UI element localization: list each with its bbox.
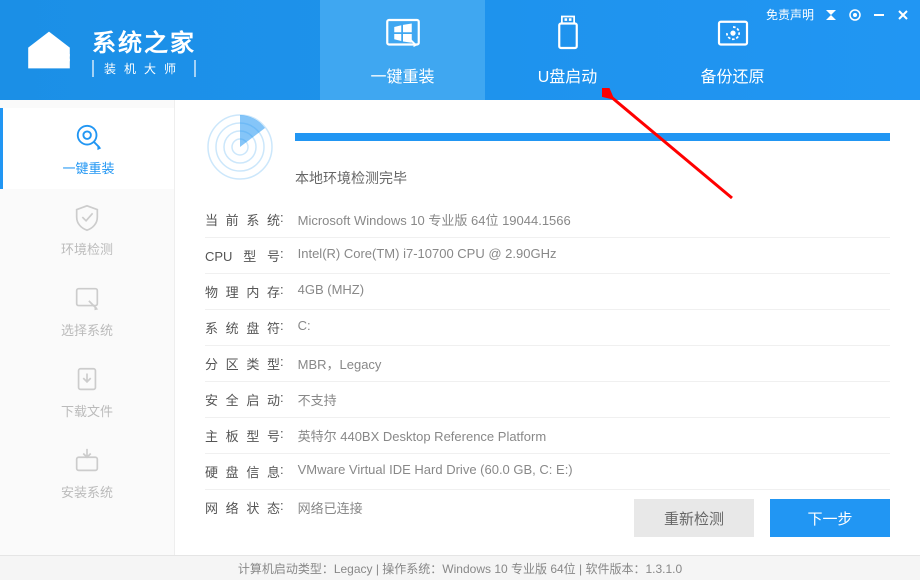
info-row: 硬盘信息:VMware Virtual IDE Hard Drive (60.0… bbox=[205, 454, 890, 490]
install-icon bbox=[72, 446, 102, 476]
sidebar-item-install[interactable]: 安装系统 bbox=[0, 432, 174, 513]
logo-subtitle: 装机大师 bbox=[92, 60, 196, 77]
info-row: 系统盘符:C: bbox=[205, 310, 890, 346]
footer-statusbar: 计算机启动类型：Legacy | 操作系统：Windows 10 专业版 64位… bbox=[0, 555, 920, 580]
progress-status-text: 本地环境检测完毕 bbox=[295, 168, 890, 188]
info-row: CPU型号:Intel(R) Core(TM) i7-10700 CPU @ 2… bbox=[205, 238, 890, 274]
windows-reinstall-icon bbox=[382, 13, 424, 55]
tab-label: U盘启动 bbox=[538, 63, 598, 87]
sidebar-item-download[interactable]: 下载文件 bbox=[0, 351, 174, 432]
top-tabs: 一键重装 U盘启动 备份还原 bbox=[320, 0, 815, 100]
sidebar-item-label: 一键重装 bbox=[62, 158, 114, 177]
settings-icon[interactable] bbox=[848, 8, 862, 22]
disclaimer-link[interactable]: 免责声明 bbox=[766, 6, 814, 23]
main-panel: 本地环境检测完毕 当前系统:Microsoft Windows 10 专业版 6… bbox=[175, 100, 920, 555]
sidebar-item-label: 环境检测 bbox=[61, 239, 113, 258]
backup-icon bbox=[712, 13, 754, 55]
minimize-button[interactable] bbox=[872, 8, 886, 22]
retry-button[interactable]: 重新检测 bbox=[634, 499, 754, 537]
header: 系统之家 装机大师 一键重装 U盘启动 bbox=[0, 0, 920, 100]
shield-check-icon bbox=[72, 203, 102, 233]
tab-label: 备份还原 bbox=[700, 63, 764, 87]
info-row: 物理内存:4GB (MHZ) bbox=[205, 274, 890, 310]
sidebar: 一键重装 环境检测 选择系统 下载文件 安装系统 bbox=[0, 100, 175, 555]
sidebar-item-envcheck[interactable]: 环境检测 bbox=[0, 189, 174, 270]
sidebar-item-label: 下载文件 bbox=[61, 401, 113, 420]
tab-usb-boot[interactable]: U盘启动 bbox=[485, 0, 650, 100]
close-button[interactable] bbox=[896, 8, 910, 22]
select-icon bbox=[72, 284, 102, 314]
system-info-list: 当前系统:Microsoft Windows 10 专业版 64位 19044.… bbox=[205, 202, 890, 525]
progress-bar bbox=[295, 133, 890, 141]
download-icon bbox=[72, 365, 102, 395]
info-row: 安全启动:不支持 bbox=[205, 382, 890, 418]
sidebar-item-selectos[interactable]: 选择系统 bbox=[0, 270, 174, 351]
footer-text: 计算机启动类型：Legacy | 操作系统：Windows 10 专业版 64位… bbox=[238, 560, 682, 577]
tab-oneclick-reinstall[interactable]: 一键重装 bbox=[320, 0, 485, 100]
usb-icon bbox=[547, 13, 589, 55]
logo-title: 系统之家 bbox=[92, 23, 196, 58]
info-row: 分区类型:MBR，Legacy bbox=[205, 346, 890, 382]
titlebar-controls: 免责声明 bbox=[766, 6, 910, 23]
sidebar-item-label: 安装系统 bbox=[61, 482, 113, 501]
radar-icon bbox=[205, 112, 275, 182]
tab-label: 一键重装 bbox=[370, 63, 434, 87]
info-row: 当前系统:Microsoft Windows 10 专业版 64位 19044.… bbox=[205, 202, 890, 238]
menu-icon[interactable] bbox=[824, 8, 838, 22]
next-button[interactable]: 下一步 bbox=[770, 499, 890, 537]
target-icon bbox=[74, 122, 104, 152]
info-row: 主板型号:英特尔 440BX Desktop Reference Platfor… bbox=[205, 418, 890, 454]
logo-area: 系统之家 装机大师 bbox=[0, 23, 300, 77]
sidebar-item-reinstall[interactable]: 一键重装 bbox=[0, 108, 174, 189]
sidebar-item-label: 选择系统 bbox=[61, 320, 113, 339]
logo-icon bbox=[20, 25, 80, 75]
